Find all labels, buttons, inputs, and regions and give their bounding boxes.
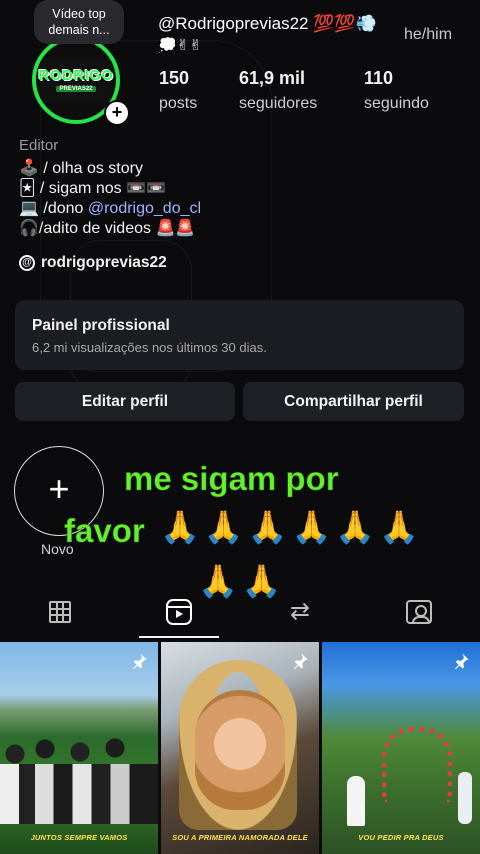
avatar-logo-subtext: PREVIAS22 (56, 86, 96, 92)
thumbnail-image (195, 690, 285, 810)
thumbnail-image (0, 734, 158, 824)
profile-handle-emojis: 💭✌✌ (158, 37, 202, 54)
bio-mention-link[interactable]: @rodrigo_do_cl (88, 200, 201, 217)
pin-icon (455, 653, 469, 670)
reels-icon (166, 599, 192, 625)
thumbnail-caption: SOU A PRIMEIRA NAMORADA DELE (172, 833, 308, 842)
thumbnail-image (347, 776, 365, 826)
stat-label: seguindo (364, 95, 429, 112)
thumbnail-caption: VOU PEDIR PRA DEUS (358, 833, 444, 842)
edit-profile-button[interactable]: Editar perfil (15, 382, 235, 421)
panel-title: Painel profissional (32, 317, 170, 334)
stat-value: 150 (159, 68, 190, 88)
pin-icon (133, 653, 147, 670)
threads-link[interactable]: @ rodrigoprevias22 (19, 254, 167, 272)
profile-category: Editor (19, 137, 59, 154)
active-tab-indicator (139, 636, 219, 638)
bio-text: 💻 /dono (19, 200, 88, 217)
bio-line: 🃏 / sigam nos 📼📼 (19, 178, 166, 198)
reel-thumbnail[interactable]: SOU A PRIMEIRA NAMORADA DELE (161, 642, 319, 854)
threads-icon: @ (19, 255, 35, 271)
profile-tab-bar: ⇄ (0, 590, 480, 638)
share-profile-button[interactable]: Compartilhar perfil (243, 382, 464, 421)
thumbnail-image (458, 772, 472, 824)
stat-posts[interactable]: 150 posts (159, 68, 197, 113)
repost-icon: ⇄ (289, 598, 311, 625)
thumbnail-caption: JUNTOS SEMPRE VAMOS (30, 833, 128, 842)
tagged-icon (406, 600, 432, 624)
add-story-button[interactable]: + (104, 100, 130, 126)
stat-label: posts (159, 95, 198, 112)
grid-icon (49, 601, 71, 623)
stat-value: 110 (364, 68, 394, 88)
professional-dashboard[interactable]: Painel profissional 6,2 mi visualizações… (15, 300, 464, 370)
bio-line: 🎧/adito de videos 🚨🚨 (19, 220, 196, 237)
note-bubble[interactable]: Vídeo top demais n... (34, 0, 124, 44)
reel-thumbnail[interactable]: JUNTOS SEMPRE VAMOS (0, 642, 158, 854)
thumbnail-image (382, 727, 452, 802)
prayer-emojis: 🙏🙏🙏🙏🙏🙏 (160, 509, 424, 545)
overlay-text: me sigam por (124, 460, 339, 498)
stat-followers[interactable]: 61,9 mil seguidores (239, 68, 317, 113)
panel-subtitle: 6,2 mi visualizações nos últimos 30 dias… (32, 340, 267, 355)
reel-thumbnail[interactable]: VOU PEDIR PRA DEUS (322, 642, 480, 854)
stat-value: 61,9 mil (239, 68, 306, 88)
tab-reposts[interactable]: ⇄ (270, 590, 330, 634)
bio-text: 🃏 / sigam nos (19, 180, 127, 197)
pronouns: he/him (404, 26, 453, 43)
bio-line: 💻 /dono @rodrigo_do_cl (19, 198, 201, 218)
tab-posts[interactable] (30, 590, 90, 634)
stat-label: seguidores (239, 95, 318, 112)
tab-reels[interactable] (149, 590, 209, 634)
profile-handle: @Rodrigoprevias22 💯💯💨 (158, 14, 377, 33)
tab-tagged[interactable] (389, 590, 449, 634)
pin-icon (294, 653, 308, 670)
stat-following[interactable]: 110 seguindo (364, 68, 429, 113)
bio-line: 🕹️ / olha os story (19, 160, 143, 177)
avatar-logo: RODRIGO PREVIAS22 (38, 58, 114, 102)
threads-username: rodrigoprevias22 (41, 254, 167, 271)
bio-emojis: 📼📼 (126, 180, 166, 197)
avatar-logo-text: RODRIGO (38, 67, 114, 84)
overlay-text: favor (64, 512, 145, 550)
